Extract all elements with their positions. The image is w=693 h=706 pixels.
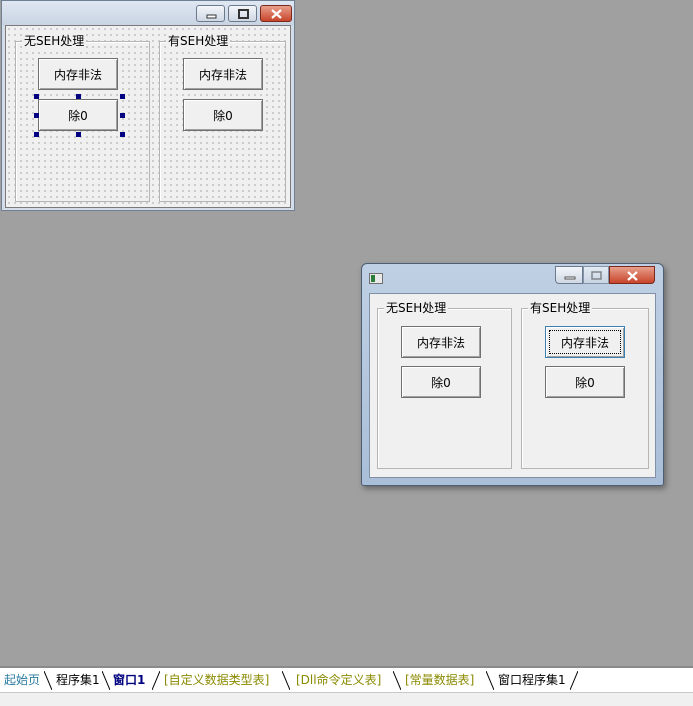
tab-separator — [282, 671, 290, 690]
selection-handle[interactable] — [120, 132, 125, 137]
selection-handle[interactable] — [76, 132, 81, 137]
minimize-button[interactable] — [196, 5, 225, 22]
status-bar — [0, 692, 693, 706]
group-no-seh: 无SEH处理 内存非法 除0 — [15, 34, 150, 202]
running-window-client: 无SEH处理 内存非法 除0 有SEH处理 内存非法 除0 — [369, 293, 656, 478]
tab-separator — [152, 671, 160, 690]
group-no-seh-title: 无SEH处理 — [22, 34, 87, 48]
tab-assembly1[interactable]: 程序集1 — [52, 671, 104, 690]
tab-window-assembly1[interactable]: 窗口程序集1 — [494, 671, 570, 690]
tab-separator — [486, 671, 494, 690]
group-with-seh-title: 有SEH处理 — [166, 34, 231, 48]
running-window[interactable]: 无SEH处理 内存非法 除0 有SEH处理 内存非法 除0 — [361, 263, 664, 486]
tab-custom-types[interactable]: [自定义数据类型表] — [160, 671, 273, 690]
selection-handle[interactable] — [34, 94, 39, 99]
tab-separator — [44, 671, 52, 690]
memory-illegal-button[interactable]: 内存非法 — [38, 58, 118, 90]
close-icon — [271, 9, 282, 19]
memory-illegal-seh-button[interactable]: 内存非法 — [183, 58, 263, 90]
memory-illegal-button[interactable]: 内存非法 — [401, 326, 481, 358]
tab-window1[interactable]: 窗口1 — [109, 671, 149, 690]
selection-handle[interactable] — [76, 94, 81, 99]
tab-separator — [393, 671, 401, 690]
divide-zero-seh-button[interactable]: 除0 — [183, 99, 263, 131]
divide-zero-seh-button[interactable]: 除0 — [545, 366, 625, 398]
selection-handle[interactable] — [34, 132, 39, 137]
tab-constants[interactable]: [常量数据表] — [401, 671, 478, 690]
memory-illegal-seh-button[interactable]: 内存非法 — [545, 326, 625, 358]
tab-separator — [570, 671, 578, 690]
group-no-seh: 无SEH处理 内存非法 除0 — [377, 301, 512, 469]
app-icon[interactable] — [369, 273, 383, 284]
selection-handle[interactable] — [120, 94, 125, 99]
editor-tab-bar: 起始页 程序集1 窗口1 [自定义数据类型表] [Dll命令定义表] [常量数据… — [0, 666, 693, 692]
selection-handle[interactable] — [34, 113, 39, 118]
minimize-icon — [206, 14, 217, 19]
close-icon — [627, 271, 638, 281]
close-button[interactable] — [260, 5, 292, 22]
tab-dll-commands[interactable]: [Dll命令定义表] — [292, 671, 385, 690]
group-no-seh-title: 无SEH处理 — [384, 301, 449, 315]
tab-start-page[interactable]: 起始页 — [0, 671, 44, 690]
maximize-button[interactable] — [583, 266, 609, 284]
close-button[interactable] — [609, 266, 655, 284]
minimize-icon — [564, 276, 576, 280]
maximize-button[interactable] — [228, 5, 257, 22]
maximize-icon — [238, 9, 249, 19]
divide-zero-button[interactable]: 除0 — [38, 99, 118, 131]
design-window-client: 无SEH处理 内存非法 除0 有SEH处理 内存非法 除0 — [5, 25, 291, 208]
group-with-seh: 有SEH处理 内存非法 除0 — [521, 301, 649, 469]
maximize-icon — [591, 271, 602, 280]
group-with-seh: 有SEH处理 内存非法 除0 — [159, 34, 286, 202]
divide-zero-button[interactable]: 除0 — [401, 366, 481, 398]
group-with-seh-title: 有SEH处理 — [528, 301, 593, 315]
design-window-titlebar[interactable] — [2, 1, 294, 25]
selection-handle[interactable] — [120, 113, 125, 118]
design-window[interactable]: 无SEH处理 内存非法 除0 有SEH处理 内存非法 除0 — [1, 0, 295, 211]
minimize-button[interactable] — [555, 266, 583, 284]
